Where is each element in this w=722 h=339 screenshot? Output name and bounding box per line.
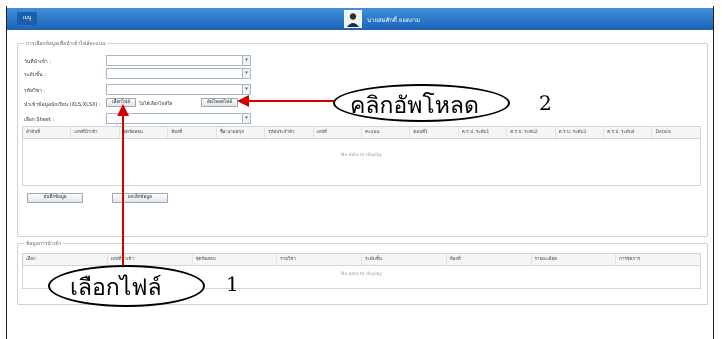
- column-header[interactable]: ค.ร.ป. ระดับ1: [459, 127, 508, 138]
- grid-header: ลำดับที่ เลขที่นำเข้า ชุดข้อสอบ ห้องที่ …: [23, 127, 700, 139]
- subject-code-select[interactable]: ▾: [106, 84, 251, 95]
- column-header[interactable]: เลือก: [23, 254, 108, 265]
- menu-button[interactable]: เมนู: [17, 12, 37, 25]
- no-file-chosen-text: ไม่ได้เลือกไฟล์ใด: [139, 102, 173, 107]
- choose-callout-text: เลือกไฟล์: [70, 275, 162, 301]
- upload-arrow-head-icon: [237, 95, 249, 107]
- grade-level-label: ระดับชั้น :: [24, 72, 46, 78]
- chevron-down-icon[interactable]: ▾: [242, 85, 250, 94]
- upload-arrow-line: [245, 100, 340, 102]
- column-header[interactable]: Details: [652, 127, 699, 138]
- column-header[interactable]: ชุดข้อสอบ: [193, 254, 278, 265]
- subject-code-label: รหัสวิชา :: [24, 88, 46, 94]
- column-header[interactable]: คะแนน: [362, 127, 411, 138]
- upload-label: นำเข้าข้อมูลนักเรียน (XLS,XLSX) :: [24, 102, 101, 108]
- choose-arrow-line: [122, 112, 124, 265]
- column-header[interactable]: เลขที่นำเข้า: [71, 127, 120, 138]
- column-header[interactable]: ระดับชั้น: [362, 254, 447, 265]
- column-header[interactable]: รายวิชา: [277, 254, 362, 265]
- choose-step-number: 1: [226, 272, 239, 296]
- section-legend: การเลือกข้อมูลเพื่อนำเข้าไฟล์คะแนน: [24, 40, 108, 48]
- column-header[interactable]: รายละเอียด: [532, 254, 617, 265]
- user-avatar-icon: [347, 13, 359, 27]
- top-bar: เมนู นายสมศักดิ์ ยอดงาม: [7, 8, 713, 30]
- column-header[interactable]: ห้องที่: [168, 127, 217, 138]
- column-header[interactable]: การจัดการ: [616, 254, 700, 265]
- import-date-select[interactable]: ▾: [106, 55, 251, 66]
- upload-file-button[interactable]: อัพโหลดไฟล์: [201, 98, 238, 107]
- choose-arrow-head-icon: [117, 104, 129, 116]
- column-header[interactable]: เลขที่นำเข้า: [108, 254, 193, 265]
- column-header[interactable]: ลำดับที่: [23, 127, 72, 138]
- chevron-down-icon[interactable]: ▾: [242, 56, 250, 65]
- grade-level-select[interactable]: ▾: [106, 68, 251, 79]
- avatar: [344, 10, 362, 28]
- no-data-message: No data to display: [340, 153, 383, 158]
- column-header[interactable]: เลขที่: [314, 127, 362, 138]
- username-label: นายสมศักดิ์ ยอดงาม: [367, 17, 421, 24]
- column-header[interactable]: ค.ร.ป. ระดับ3: [556, 127, 605, 138]
- sheet-label: เลือก Sheet :: [24, 117, 55, 123]
- upload-step-number: 2: [539, 91, 552, 115]
- column-header[interactable]: ห้องที่: [447, 254, 532, 265]
- chevron-down-icon[interactable]: ▾: [242, 114, 250, 123]
- column-header[interactable]: ตอนที่1: [410, 127, 459, 138]
- column-header[interactable]: ชื่อ-นามสกุล: [217, 127, 266, 138]
- column-header[interactable]: ชุดข้อสอบ: [120, 127, 169, 138]
- column-header[interactable]: รหัสประจำตัว: [265, 127, 314, 138]
- import-date-label: วันที่นำเข้า :: [24, 59, 51, 65]
- column-header[interactable]: ค.ร.ป. ระดับ2: [507, 127, 556, 138]
- section-legend: ข้อมูลการนำเข้า: [24, 240, 64, 248]
- chevron-down-icon[interactable]: ▾: [242, 69, 250, 78]
- save-button[interactable]: บันทึกข้อมูล: [27, 193, 83, 203]
- column-header[interactable]: ค.ร.ป. ระดับ4: [604, 127, 653, 138]
- upload-callout-text: คลิกอัพโหลด: [350, 93, 479, 119]
- cancel-button[interactable]: ยกเลิกข้อมูล: [112, 193, 168, 203]
